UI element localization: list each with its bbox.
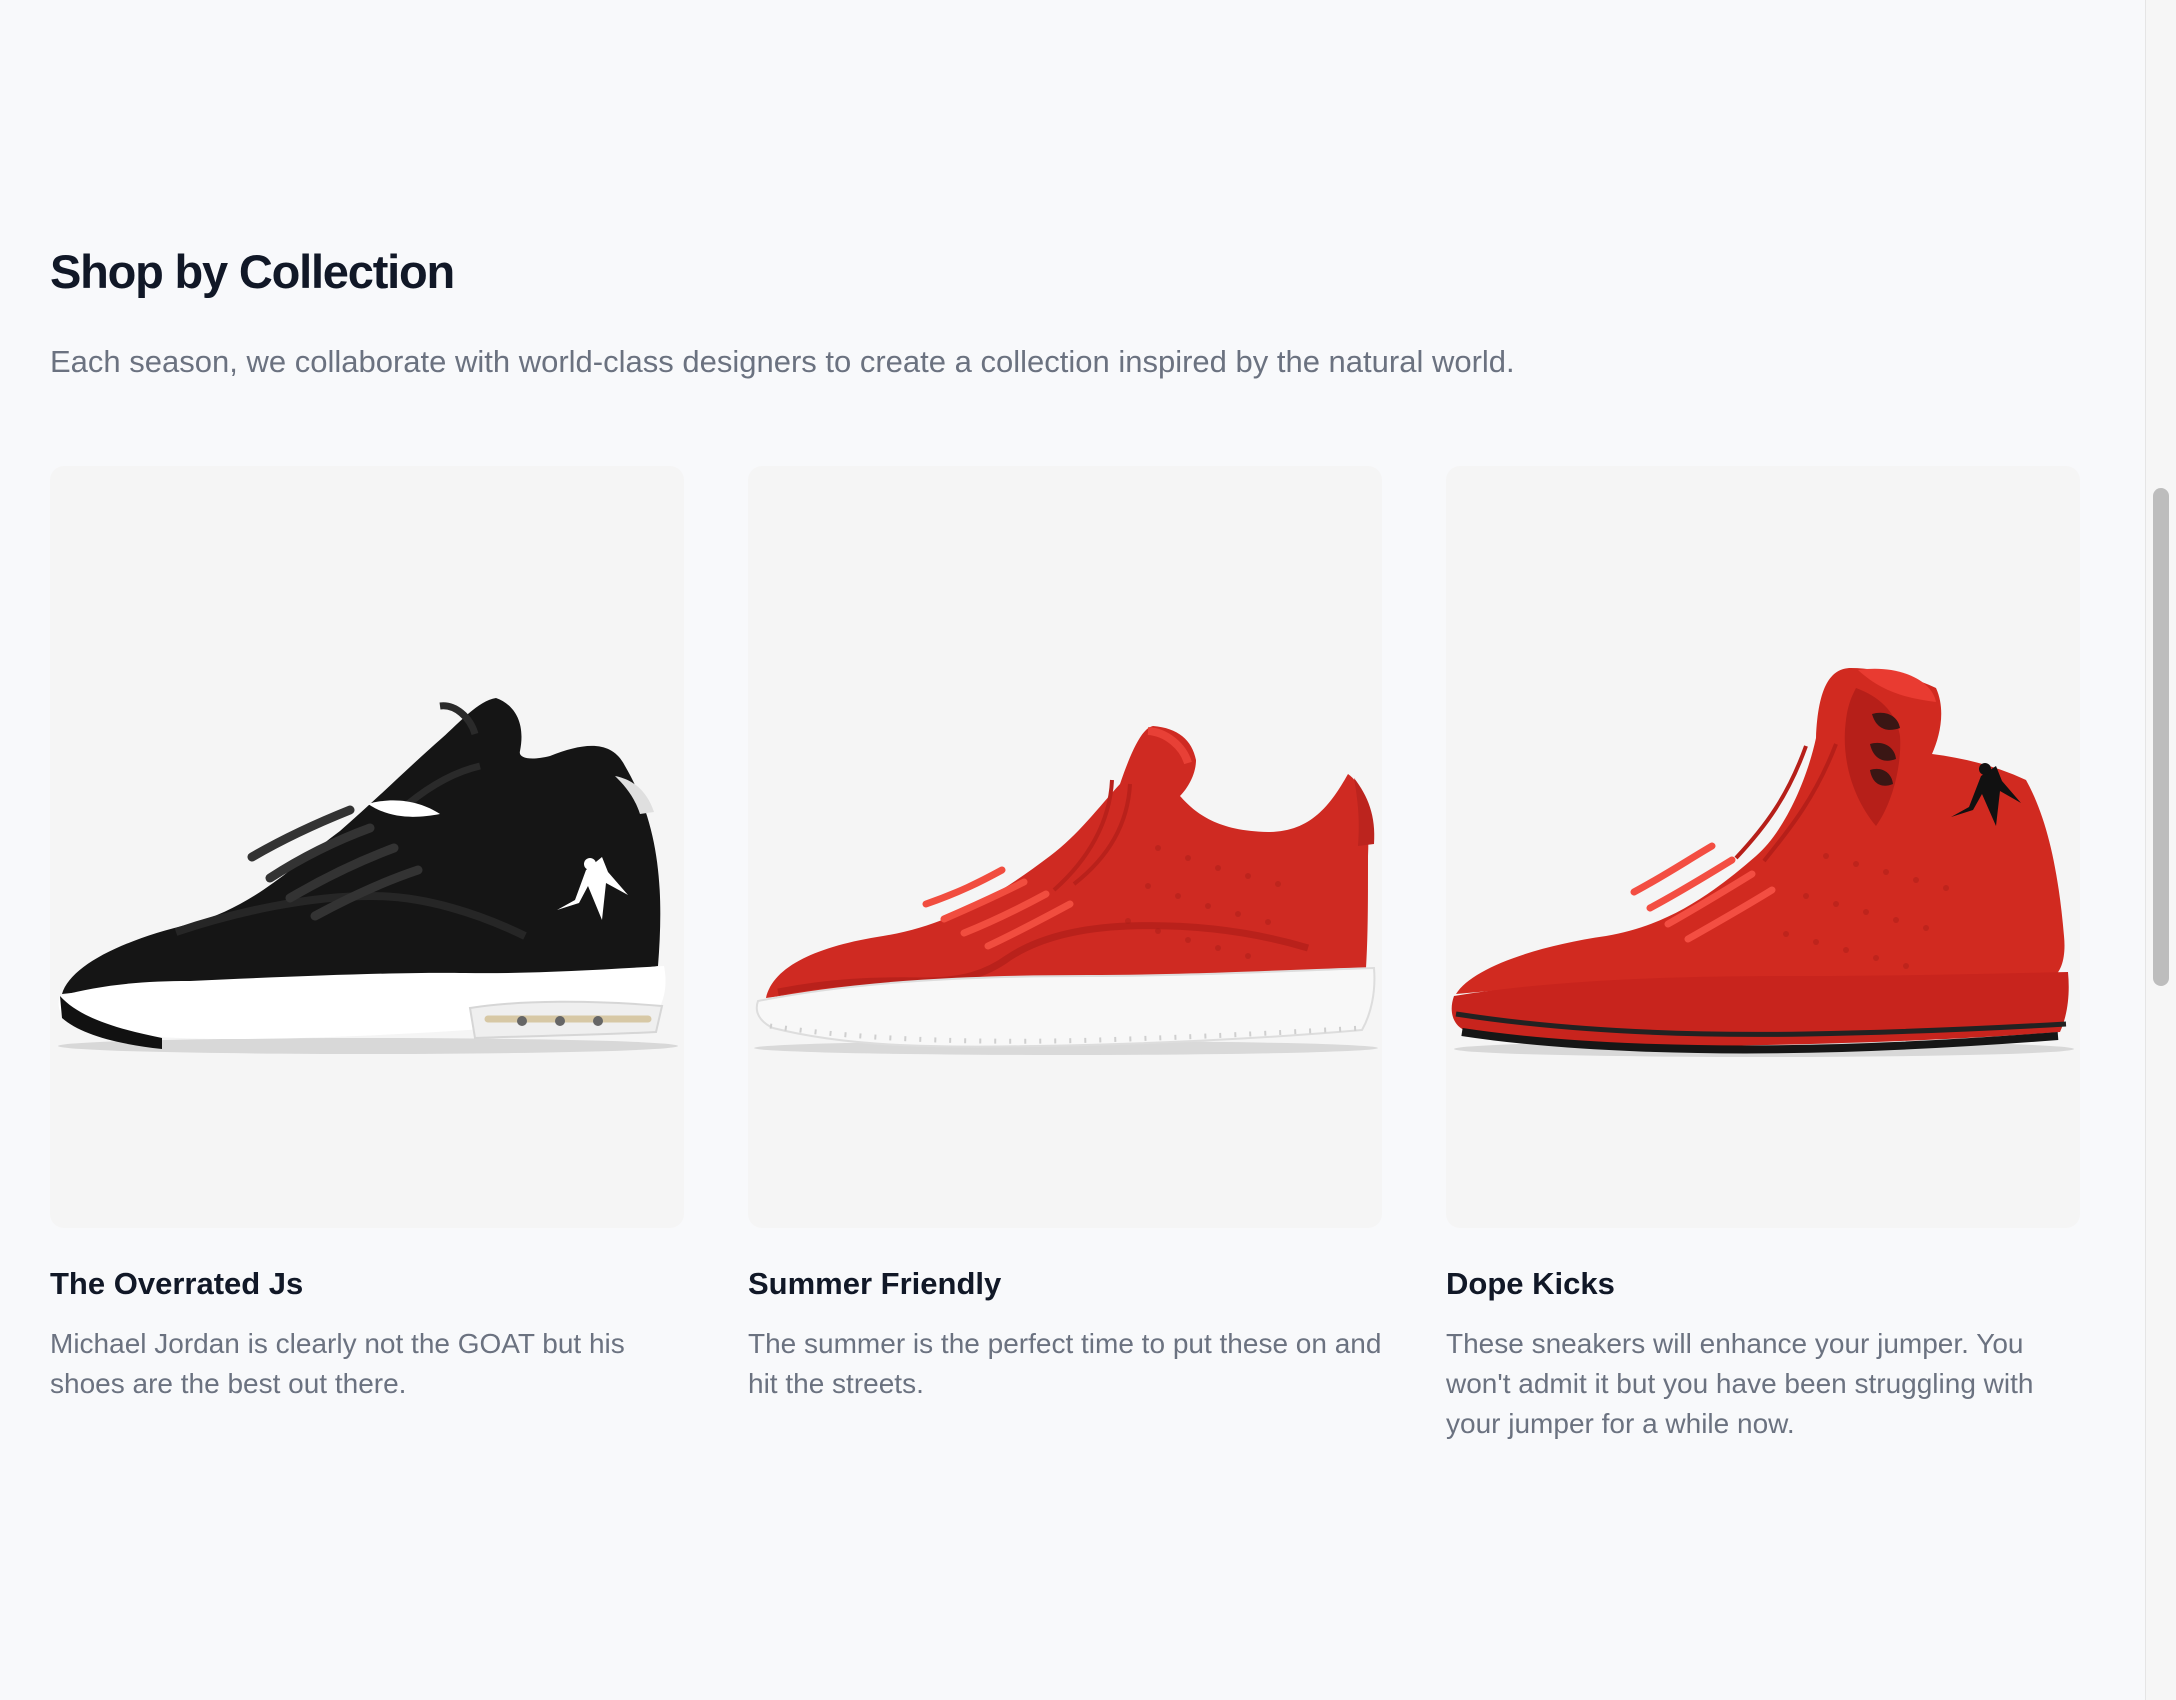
collection-description: Michael Jordan is clearly not the GOAT b… [50,1328,625,1399]
red-high-sneaker-image [1451,668,2074,1057]
shop-by-collection-section: Shop by Collection Each season, we colla… [0,0,2146,1700]
collection-title[interactable]: Dope Kicks [1446,1266,2080,1302]
collection-title[interactable]: Summer Friendly [748,1266,1382,1302]
scrollbar-thumb[interactable] [2153,488,2169,986]
section-title: Shop by Collection [50,245,455,298]
vertical-scrollbar[interactable] [2145,0,2176,1700]
black-white-sneaker-image [58,698,678,1054]
collection-title[interactable]: The Overrated Js [50,1266,684,1302]
red-low-sneaker-image [754,726,1378,1055]
collection-description: The summer is the perfect time to put th… [748,1328,1382,1399]
collection-image-container[interactable] [748,466,1382,1228]
collection-description: These sneakers will enhance your jumper.… [1446,1328,2034,1439]
collection-image-container[interactable] [1446,466,2080,1228]
collection-card-summer-friendly[interactable]: Summer Friendly The summer is the perfec… [748,466,1382,1444]
collection-card-overrated-js[interactable]: The Overrated Js Michael Jordan is clear… [50,466,684,1444]
section-subtitle: Each season, we collaborate with world-c… [50,344,1515,379]
collection-image-container[interactable] [50,466,684,1228]
collection-grid: The Overrated Js Michael Jordan is clear… [50,466,2082,1444]
collection-card-dope-kicks[interactable]: Dope Kicks These sneakers will enhance y… [1446,466,2080,1444]
